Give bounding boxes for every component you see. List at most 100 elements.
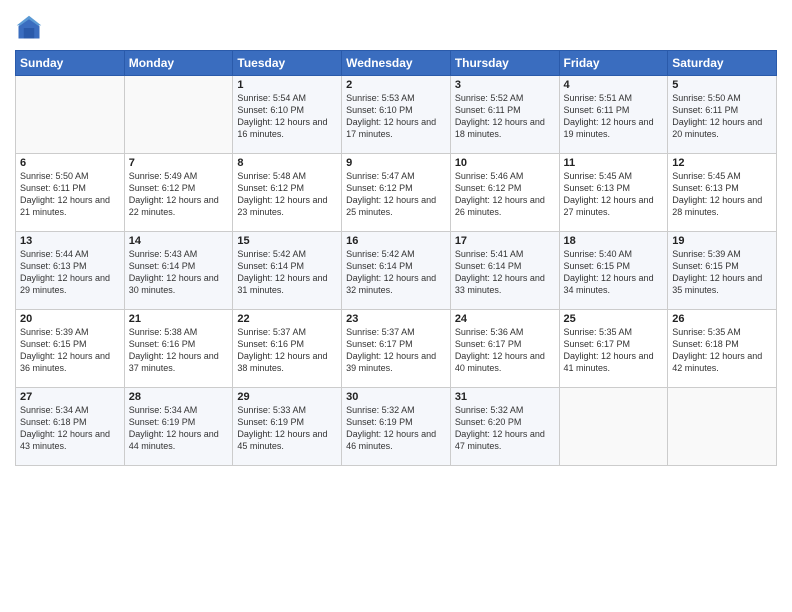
day-cell: 15Sunrise: 5:42 AM Sunset: 6:14 PM Dayli… [233,232,342,310]
day-number: 3 [455,79,555,91]
day-detail: Sunrise: 5:35 AM Sunset: 6:17 PM Dayligh… [564,326,664,375]
weekday-header-monday: Monday [124,51,233,76]
day-cell: 30Sunrise: 5:32 AM Sunset: 6:19 PM Dayli… [342,388,451,466]
week-row-3: 13Sunrise: 5:44 AM Sunset: 6:13 PM Dayli… [16,232,777,310]
day-cell: 22Sunrise: 5:37 AM Sunset: 6:16 PM Dayli… [233,310,342,388]
weekday-header-wednesday: Wednesday [342,51,451,76]
day-number: 2 [346,79,446,91]
day-number: 6 [20,157,120,169]
day-number: 17 [455,235,555,247]
day-cell: 16Sunrise: 5:42 AM Sunset: 6:14 PM Dayli… [342,232,451,310]
day-cell: 5Sunrise: 5:50 AM Sunset: 6:11 PM Daylig… [668,76,777,154]
day-number: 8 [237,157,337,169]
logo-icon [15,14,43,42]
day-cell: 23Sunrise: 5:37 AM Sunset: 6:17 PM Dayli… [342,310,451,388]
day-detail: Sunrise: 5:54 AM Sunset: 6:10 PM Dayligh… [237,92,337,141]
day-cell: 24Sunrise: 5:36 AM Sunset: 6:17 PM Dayli… [450,310,559,388]
day-detail: Sunrise: 5:48 AM Sunset: 6:12 PM Dayligh… [237,170,337,219]
day-number: 10 [455,157,555,169]
day-number: 11 [564,157,664,169]
day-detail: Sunrise: 5:42 AM Sunset: 6:14 PM Dayligh… [346,248,446,297]
day-detail: Sunrise: 5:53 AM Sunset: 6:10 PM Dayligh… [346,92,446,141]
day-number: 19 [672,235,772,247]
day-number: 24 [455,313,555,325]
day-cell: 28Sunrise: 5:34 AM Sunset: 6:19 PM Dayli… [124,388,233,466]
day-cell: 3Sunrise: 5:52 AM Sunset: 6:11 PM Daylig… [450,76,559,154]
logo [15,14,45,42]
day-cell: 6Sunrise: 5:50 AM Sunset: 6:11 PM Daylig… [16,154,125,232]
day-number: 21 [129,313,229,325]
day-number: 23 [346,313,446,325]
day-detail: Sunrise: 5:38 AM Sunset: 6:16 PM Dayligh… [129,326,229,375]
day-cell: 7Sunrise: 5:49 AM Sunset: 6:12 PM Daylig… [124,154,233,232]
day-number: 30 [346,391,446,403]
day-detail: Sunrise: 5:40 AM Sunset: 6:15 PM Dayligh… [564,248,664,297]
day-number: 5 [672,79,772,91]
day-cell: 2Sunrise: 5:53 AM Sunset: 6:10 PM Daylig… [342,76,451,154]
day-cell: 1Sunrise: 5:54 AM Sunset: 6:10 PM Daylig… [233,76,342,154]
day-detail: Sunrise: 5:37 AM Sunset: 6:17 PM Dayligh… [346,326,446,375]
day-detail: Sunrise: 5:45 AM Sunset: 6:13 PM Dayligh… [564,170,664,219]
day-cell: 29Sunrise: 5:33 AM Sunset: 6:19 PM Dayli… [233,388,342,466]
day-cell: 11Sunrise: 5:45 AM Sunset: 6:13 PM Dayli… [559,154,668,232]
day-cell: 10Sunrise: 5:46 AM Sunset: 6:12 PM Dayli… [450,154,559,232]
day-detail: Sunrise: 5:34 AM Sunset: 6:19 PM Dayligh… [129,404,229,453]
day-cell: 13Sunrise: 5:44 AM Sunset: 6:13 PM Dayli… [16,232,125,310]
weekday-header-sunday: Sunday [16,51,125,76]
day-detail: Sunrise: 5:43 AM Sunset: 6:14 PM Dayligh… [129,248,229,297]
day-number: 12 [672,157,772,169]
week-row-5: 27Sunrise: 5:34 AM Sunset: 6:18 PM Dayli… [16,388,777,466]
header [15,10,777,42]
day-number: 15 [237,235,337,247]
day-detail: Sunrise: 5:49 AM Sunset: 6:12 PM Dayligh… [129,170,229,219]
week-row-1: 1Sunrise: 5:54 AM Sunset: 6:10 PM Daylig… [16,76,777,154]
day-cell: 17Sunrise: 5:41 AM Sunset: 6:14 PM Dayli… [450,232,559,310]
day-cell: 9Sunrise: 5:47 AM Sunset: 6:12 PM Daylig… [342,154,451,232]
day-cell: 4Sunrise: 5:51 AM Sunset: 6:11 PM Daylig… [559,76,668,154]
day-detail: Sunrise: 5:47 AM Sunset: 6:12 PM Dayligh… [346,170,446,219]
day-cell: 25Sunrise: 5:35 AM Sunset: 6:17 PM Dayli… [559,310,668,388]
day-number: 9 [346,157,446,169]
weekday-header-thursday: Thursday [450,51,559,76]
day-number: 13 [20,235,120,247]
day-detail: Sunrise: 5:32 AM Sunset: 6:19 PM Dayligh… [346,404,446,453]
day-cell: 12Sunrise: 5:45 AM Sunset: 6:13 PM Dayli… [668,154,777,232]
day-cell [668,388,777,466]
day-cell: 20Sunrise: 5:39 AM Sunset: 6:15 PM Dayli… [16,310,125,388]
calendar-table: SundayMondayTuesdayWednesdayThursdayFrid… [15,50,777,466]
day-number: 29 [237,391,337,403]
week-row-4: 20Sunrise: 5:39 AM Sunset: 6:15 PM Dayli… [16,310,777,388]
weekday-header-saturday: Saturday [668,51,777,76]
day-number: 16 [346,235,446,247]
day-cell: 26Sunrise: 5:35 AM Sunset: 6:18 PM Dayli… [668,310,777,388]
day-cell: 19Sunrise: 5:39 AM Sunset: 6:15 PM Dayli… [668,232,777,310]
day-cell: 14Sunrise: 5:43 AM Sunset: 6:14 PM Dayli… [124,232,233,310]
day-detail: Sunrise: 5:39 AM Sunset: 6:15 PM Dayligh… [672,248,772,297]
weekday-header-row: SundayMondayTuesdayWednesdayThursdayFrid… [16,51,777,76]
day-detail: Sunrise: 5:50 AM Sunset: 6:11 PM Dayligh… [20,170,120,219]
day-cell [124,76,233,154]
day-cell: 21Sunrise: 5:38 AM Sunset: 6:16 PM Dayli… [124,310,233,388]
day-detail: Sunrise: 5:51 AM Sunset: 6:11 PM Dayligh… [564,92,664,141]
day-detail: Sunrise: 5:44 AM Sunset: 6:13 PM Dayligh… [20,248,120,297]
day-detail: Sunrise: 5:32 AM Sunset: 6:20 PM Dayligh… [455,404,555,453]
day-detail: Sunrise: 5:46 AM Sunset: 6:12 PM Dayligh… [455,170,555,219]
day-detail: Sunrise: 5:34 AM Sunset: 6:18 PM Dayligh… [20,404,120,453]
day-cell: 27Sunrise: 5:34 AM Sunset: 6:18 PM Dayli… [16,388,125,466]
day-cell: 8Sunrise: 5:48 AM Sunset: 6:12 PM Daylig… [233,154,342,232]
day-cell [559,388,668,466]
day-cell: 18Sunrise: 5:40 AM Sunset: 6:15 PM Dayli… [559,232,668,310]
day-number: 22 [237,313,337,325]
day-detail: Sunrise: 5:36 AM Sunset: 6:17 PM Dayligh… [455,326,555,375]
day-number: 25 [564,313,664,325]
day-number: 20 [20,313,120,325]
week-row-2: 6Sunrise: 5:50 AM Sunset: 6:11 PM Daylig… [16,154,777,232]
day-detail: Sunrise: 5:41 AM Sunset: 6:14 PM Dayligh… [455,248,555,297]
weekday-header-tuesday: Tuesday [233,51,342,76]
day-number: 7 [129,157,229,169]
weekday-header-friday: Friday [559,51,668,76]
day-detail: Sunrise: 5:42 AM Sunset: 6:14 PM Dayligh… [237,248,337,297]
day-number: 14 [129,235,229,247]
day-cell: 31Sunrise: 5:32 AM Sunset: 6:20 PM Dayli… [450,388,559,466]
day-detail: Sunrise: 5:50 AM Sunset: 6:11 PM Dayligh… [672,92,772,141]
